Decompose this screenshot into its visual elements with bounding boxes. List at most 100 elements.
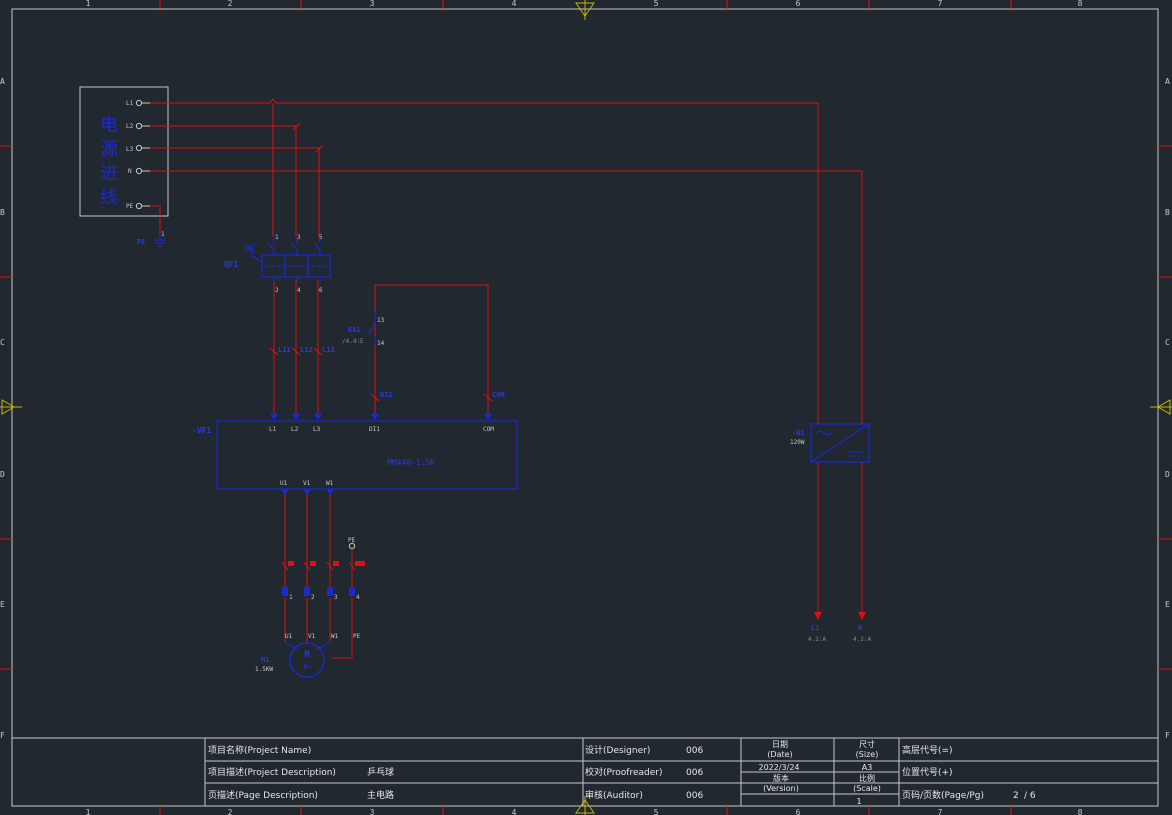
grid-row-c-right: C [1165,338,1170,347]
project-desc-label: 项目描述(Project Description) [208,766,336,778]
wire-label-l12: L12 [300,346,313,354]
size-label-en: (Size) [856,750,879,759]
proofreader-value: 006 [686,768,703,778]
power-input-char-3: 进 [100,163,118,184]
motor-m1: M 3~ M1 1.5KW [255,641,331,678]
breaker-tag: QF1 [224,260,239,269]
motor-terminal-number-3: 3 [334,594,338,601]
version-label-cn: 版本 [773,773,789,783]
grid-col-4-bottom: 4 [512,808,517,815]
grid-col-5-top: 5 [654,0,659,8]
pe-terminal-number: 1 [161,231,165,238]
schematic-drawing: 1 2 3 4 5 6 7 8 1 2 3 4 5 6 7 8 A B C D … [0,0,1172,815]
grid-row-a-left: A [0,77,5,86]
title-block: 项目名称(Project Name) 项目描述(Project Descript… [204,738,1158,806]
inverter-input-di1: DI1 [369,426,380,433]
grid-row-c-left: C [0,338,5,347]
grid-col-1-bottom: 1 [86,808,91,815]
grid-col-8-top: 8 [1078,0,1083,8]
page-desc-value: 主电路 [367,789,394,801]
grid-row-a-right: A [1165,77,1170,86]
aux-contact-terminal-14: 14 [377,340,385,347]
motor-terminal-label-pe: PE [353,633,361,640]
motor-terminal-number-1: 1 [289,594,293,601]
grid-row-e-left: E [0,600,5,609]
proofreader-label: 校对(Proofreader) [585,766,662,778]
size-label-cn: 尺寸 [859,739,875,749]
version-label-en: (Version) [763,784,799,793]
location-code-label: 位置代号(+) [902,766,953,778]
motor-terminal-number-2: 2 [311,594,315,601]
grid-col-1-top: 1 [86,0,91,8]
grid-col-7-top: 7 [938,0,943,8]
wire-label-l11: L11 [278,346,291,354]
terminal-label-n: N [128,168,132,175]
inverter-input-l2: L2 [291,426,299,433]
terminal-label-l2: L2 [126,123,134,130]
power-supply-g1: -G1 120W [790,423,870,463]
aux-contact-tag: KA1 [348,326,361,334]
inverter-input-l1: L1 [269,426,277,433]
motor-terminal-pe-top: PE [348,537,356,544]
grid-row-f-left: F [0,731,5,740]
grid-col-4-top: 4 [512,0,517,8]
motor-terminal-number-4: 4 [356,594,360,601]
grid-row-f-right: F [1165,731,1170,740]
breaker-terminal-6: 6 [319,287,323,294]
page-references: L1 4.2:A N 4.2:A [808,624,871,643]
project-desc-value: 乒乓球 [367,766,394,778]
motor-phase: 3~ [303,663,311,671]
power-input-block: 电 源 进 线 L1 L2 L3 N PE [79,86,169,217]
center-marks [0,0,1172,815]
wire-label-l13: L13 [322,346,335,354]
grid-labels: 1 2 3 4 5 6 7 8 1 2 3 4 5 6 7 8 A B C D … [0,0,1170,815]
wire-label-di1: DI1 [380,391,393,399]
terminal-label-l1: L1 [126,100,134,107]
pe-terminal-icon [348,542,356,550]
date-label-cn: 日期 [772,740,788,749]
grid-col-3-bottom: 3 [370,808,375,815]
scale-label-en: (Scale) [853,784,881,793]
inverter-vf1: -VF1 MM440-1.5K L1 L2 L3 DI1 COM U1 V1 W… [192,414,518,495]
grid-col-8-bottom: 8 [1078,808,1083,815]
higher-code-label: 高层代号(=) [902,744,953,756]
date-value: 2022/3/24 [758,763,799,772]
motor-terminal-label-u1: U1 [285,633,293,640]
designer-value: 006 [686,746,703,756]
grid-row-b-right: B [1165,208,1170,217]
inverter-input-com: COM [483,426,494,433]
aux-contact-terminal-13: 13 [377,317,385,324]
grid-col-6-top: 6 [796,0,801,8]
breaker-terminal-4: 4 [297,287,301,294]
auditor-value: 006 [686,791,703,801]
wire-label-com: COM [492,391,505,399]
project-name-label: 项目名称(Project Name) [208,744,311,756]
scale-label-cn: 比例 [859,773,875,783]
aux-contact-ka1: KA1 13 14 /4.4:E [342,312,385,347]
breaker-terminal-2: 2 [275,287,279,294]
grid-row-d-right: D [1165,470,1170,479]
grid-col-5-bottom: 5 [654,808,659,815]
breaker-terminal-1: 1 [275,234,279,241]
grid-row-d-left: D [0,470,5,479]
grid-row-b-left: B [0,208,5,217]
page-label: 页码/页数(Page/Pg) [902,789,984,801]
grid-col-2-top: 2 [228,0,233,8]
scale-value: 1 [856,797,861,806]
motor-symbol: M [304,650,310,660]
motor-tag: M1 [261,656,269,664]
page-ref-value-l1: 4.2:A [808,636,826,643]
breaker-terminal-5: 5 [319,234,323,241]
motor-power: 1.5KW [255,666,273,673]
motor-icon [289,642,325,678]
inverter-model: MM440-1.5K [387,458,435,467]
grid-col-3-top: 3 [370,0,375,8]
page-current: 2 [1013,791,1019,801]
frame-ticks [0,0,1172,815]
page-ref-tag-n: N [858,624,862,632]
grid-row-e-right: E [1165,600,1170,609]
inverter-output-v1: V1 [303,480,311,487]
power-input-char-1: 电 [100,115,118,136]
grid-col-2-bottom: 2 [228,808,233,815]
breaker-terminal-3: 3 [297,234,301,241]
